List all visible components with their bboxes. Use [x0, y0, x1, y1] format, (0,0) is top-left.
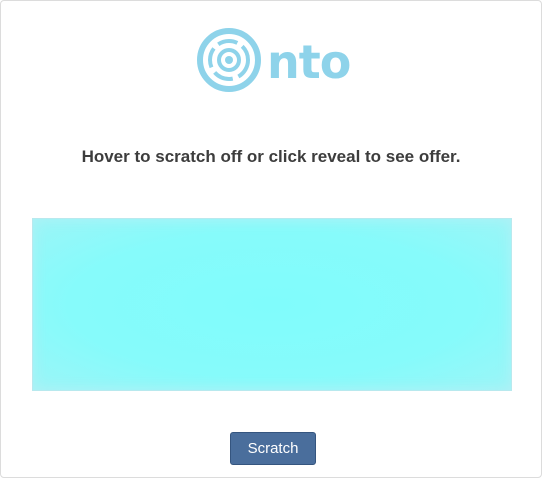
scratch-card-panel: nto Hover to scratch off or click reveal… — [0, 0, 542, 478]
logo-mark-icon — [197, 28, 261, 92]
brand-logo: nto — [197, 28, 357, 96]
instruction-text: Hover to scratch off or click reveal to … — [81, 147, 461, 166]
scratch-off-area[interactable] — [32, 218, 512, 391]
scratch-button[interactable]: Scratch — [230, 432, 316, 465]
logo-text: nto — [267, 35, 351, 89]
